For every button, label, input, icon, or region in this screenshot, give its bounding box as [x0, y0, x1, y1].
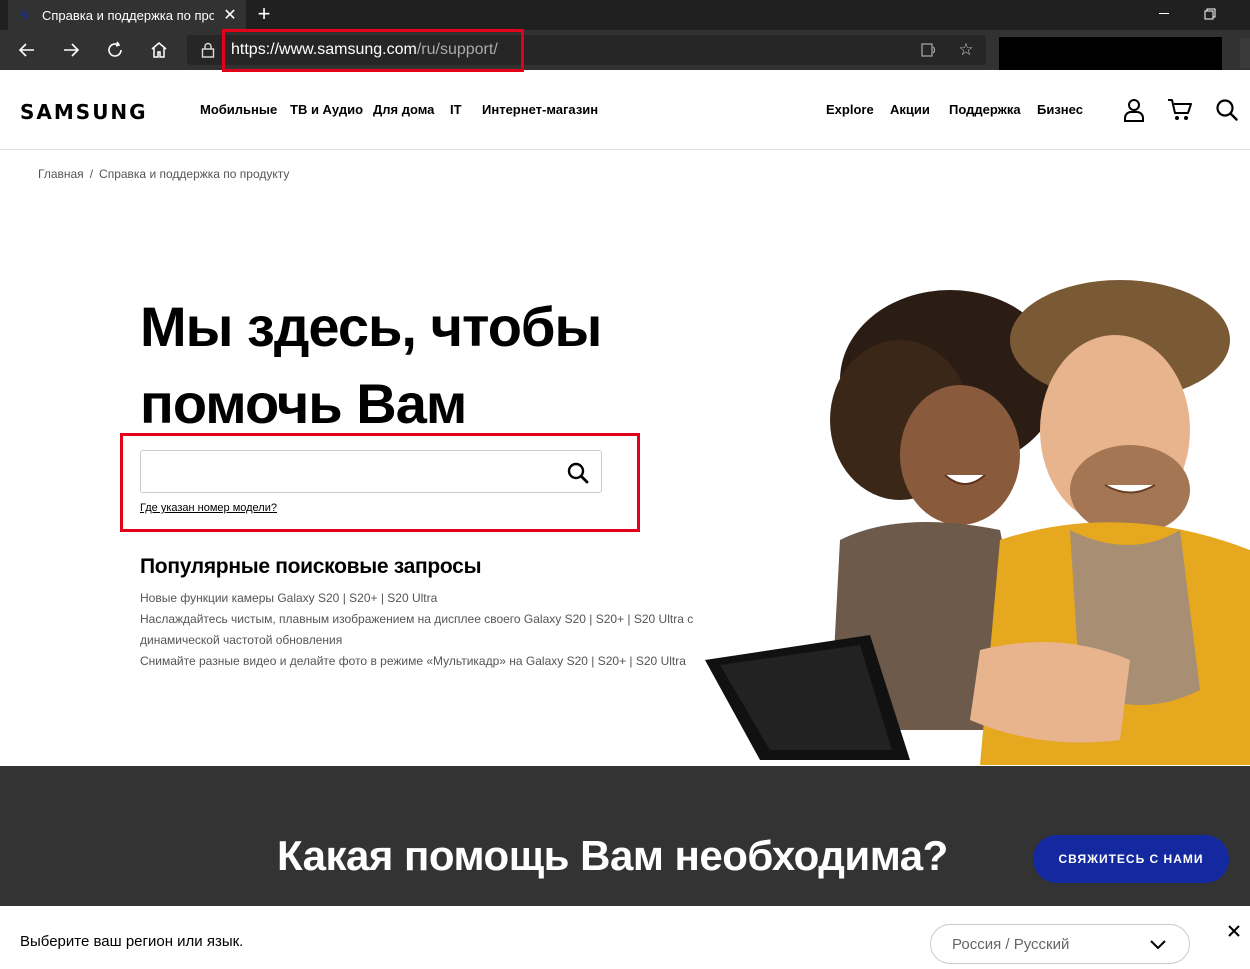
popular-searches-title: Популярные поисковые запросы — [140, 555, 482, 578]
cart-icon[interactable] — [1166, 96, 1194, 124]
user-account-icon[interactable] — [1120, 96, 1148, 124]
nav-offers[interactable]: Акции — [890, 102, 930, 117]
popular-search-item[interactable]: Новые функции камеры Galaxy S20 | S20+ |… — [140, 588, 720, 609]
search-highlight-box — [120, 433, 640, 532]
lock-icon — [199, 41, 217, 59]
nav-tv-audio[interactable]: ТВ и Аудио — [290, 102, 363, 117]
region-prompt: Выберите ваш регион или язык. — [20, 933, 244, 950]
restore-window-icon[interactable] — [1202, 6, 1218, 22]
help-section: Какая помощь Вам необходима? СВЯЖИТЕСЬ С… — [0, 766, 1250, 906]
new-tab-icon[interactable]: + — [252, 3, 276, 27]
nav-online-shop[interactable]: Интернет-магазин — [482, 102, 598, 117]
nav-explore[interactable]: Explore — [826, 102, 874, 117]
nav-home-appliances[interactable]: Для дома — [373, 102, 434, 117]
favorite-star-icon[interactable]: ☆ — [957, 41, 975, 59]
refresh-icon[interactable] — [103, 38, 127, 62]
help-section-title: Какая помощь Вам необходима? — [277, 832, 948, 879]
reading-view-icon[interactable] — [920, 41, 938, 59]
samsung-logo[interactable]: SAMSUNG — [20, 100, 148, 124]
region-selected-value: Россия / Русский — [952, 936, 1070, 953]
back-arrow-icon[interactable] — [15, 38, 39, 62]
tab-title: Справка и поддержка по продукту — [42, 7, 214, 23]
tab-close-icon[interactable]: ✕ — [222, 5, 238, 25]
popular-search-item[interactable]: Снимайте разные видео и делайте фото в р… — [140, 651, 720, 672]
region-bar: Выберите ваш регион или язык. Россия / Р… — [0, 906, 1250, 969]
url-highlight-box — [222, 29, 524, 72]
nav-it[interactable]: IT — [450, 102, 462, 117]
breadcrumb-separator: / — [89, 167, 94, 181]
toolbar-scroll-edge — [1240, 38, 1250, 68]
nav-mobile[interactable]: Мобильные — [200, 102, 277, 117]
contact-us-button[interactable]: СВЯЖИТЕСЬ С НАМИ — [1033, 835, 1229, 883]
popular-searches-list: Новые функции камеры Galaxy S20 | S20+ |… — [140, 588, 720, 672]
breadcrumb-current: Справка и поддержка по продукту — [99, 167, 290, 181]
hero-photo — [700, 270, 1250, 765]
breadcrumb: Главная / Справка и поддержка по продукту — [38, 167, 289, 181]
browser-tab[interactable]: S Справка и поддержка по продукту ✕ — [8, 0, 246, 30]
forward-arrow-icon[interactable] — [59, 38, 83, 62]
minimize-window-icon[interactable] — [1155, 6, 1175, 22]
chevron-down-icon — [1149, 938, 1167, 952]
browser-tab-bar: S Справка и поддержка по продукту ✕ + — [0, 0, 1250, 30]
home-icon[interactable] — [147, 38, 171, 62]
nav-business[interactable]: Бизнес — [1037, 102, 1083, 117]
close-icon[interactable] — [1226, 923, 1242, 939]
popular-search-item[interactable]: Наслаждайтесь чистым, плавным изображени… — [140, 609, 720, 651]
nav-support[interactable]: Поддержка — [949, 102, 1021, 117]
redacted-profile-area — [999, 37, 1222, 70]
breadcrumb-home[interactable]: Главная — [38, 167, 84, 181]
site-header: SAMSUNG Мобильные ТВ и Аудио Для дома IT… — [0, 70, 1250, 150]
search-icon[interactable] — [1213, 96, 1241, 124]
region-select[interactable]: Россия / Русский — [930, 924, 1190, 964]
hero-title: Мы здесь, чтобы помочь Вам — [140, 295, 602, 435]
samsung-favicon-icon: S — [20, 7, 28, 22]
